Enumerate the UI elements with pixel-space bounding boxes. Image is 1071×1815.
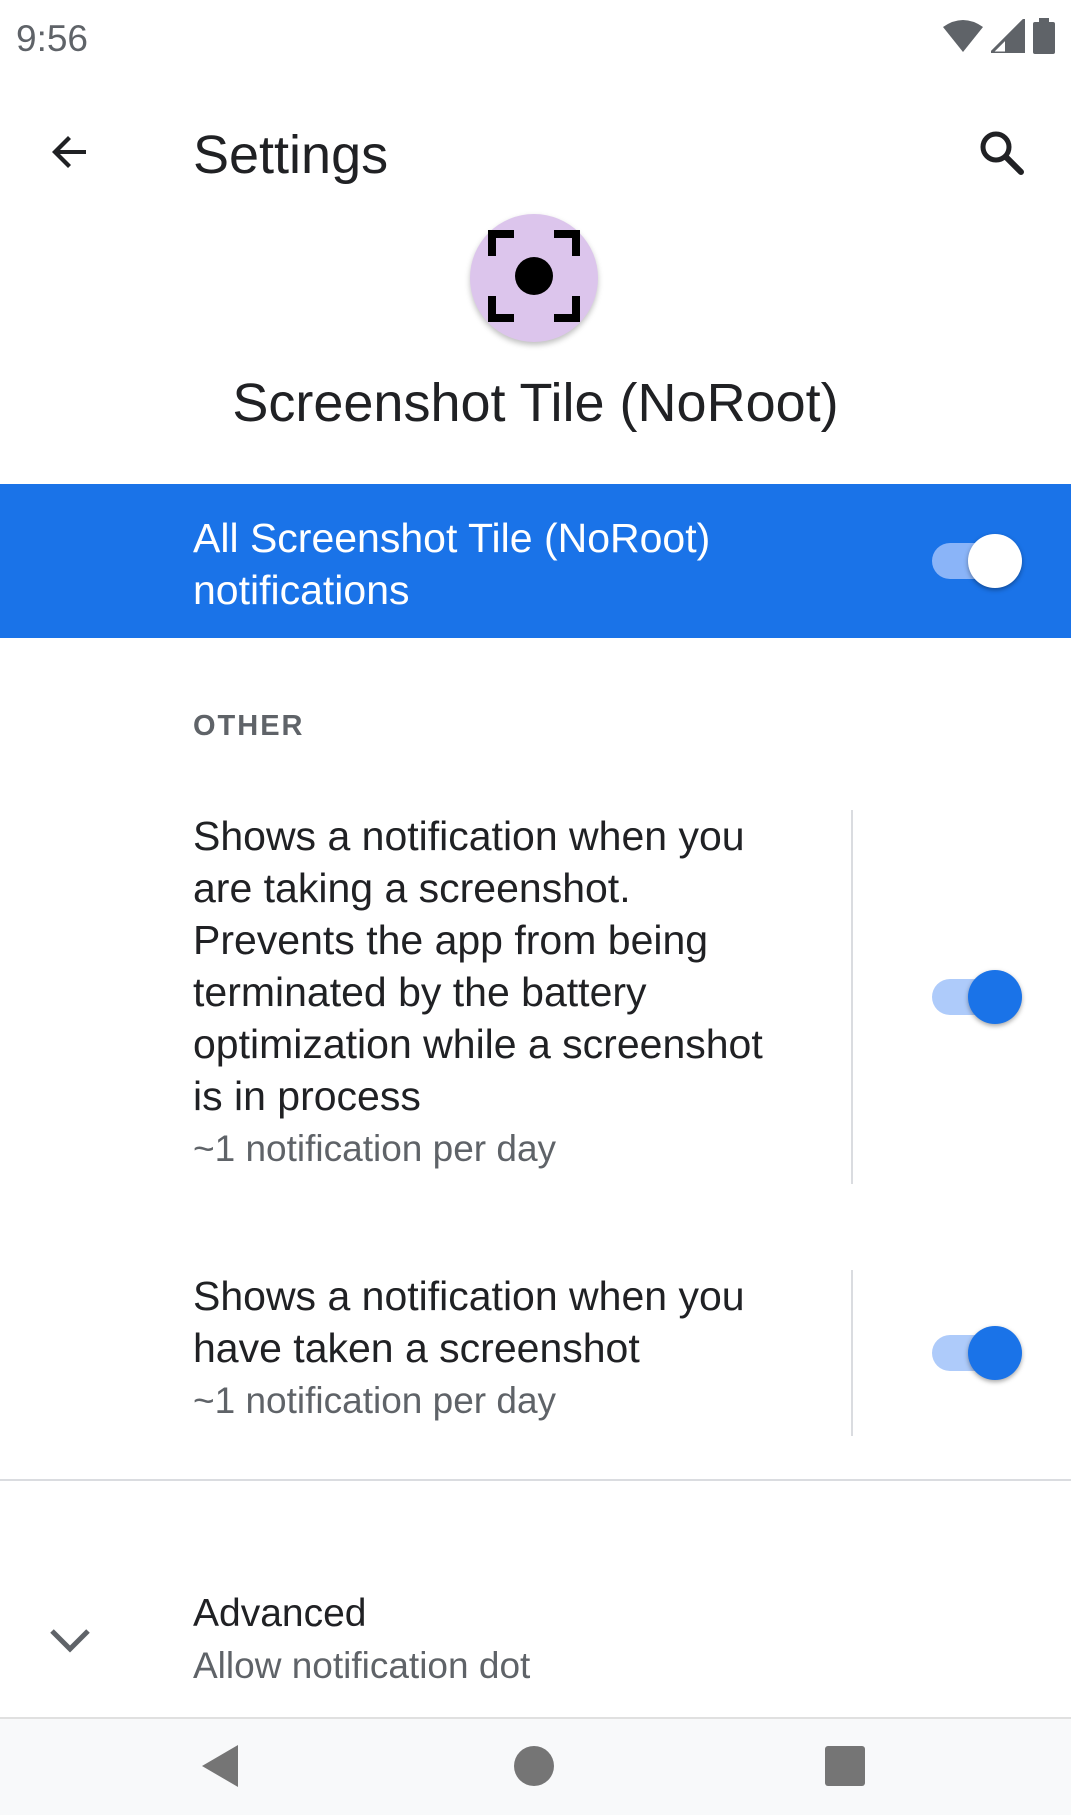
app-icon [470,214,598,342]
app-name: Screenshot Tile (NoRoot) [232,373,839,433]
channel-title: Shows a notification when you are taking… [193,813,763,1119]
expand-button[interactable] [40,1612,100,1672]
all-notifications-row[interactable]: All Screenshot Tile (NoRoot) notificatio… [0,484,1071,638]
search-button[interactable] [961,114,1041,194]
channel-switch-taken-screenshot[interactable] [932,1323,1022,1383]
switch-thumb [968,534,1022,588]
channel-summary: ~1 notification per day [193,1380,557,1421]
page-title: Settings [193,125,389,185]
switch-thumb [968,1326,1022,1380]
arrow-back-icon [46,128,94,181]
nav-recents-button[interactable] [805,1733,885,1803]
all-notifications-switch[interactable] [932,531,1022,591]
all-notifications-label: All Screenshot Tile (NoRoot) notificatio… [193,515,711,613]
cell-signal-icon [987,15,1027,58]
home-circle-icon [512,1744,556,1793]
vertical-divider [851,810,853,1184]
channel-summary: ~1 notification per day [193,1128,557,1169]
nav-back-button[interactable] [180,1733,260,1803]
nav-home-button[interactable] [494,1733,574,1803]
channel-text: Shows a notification when you are taking… [193,810,793,1174]
section-header-other: OTHER [193,710,305,742]
channel-switch-taking-screenshot[interactable] [932,967,1022,1027]
advanced-row[interactable]: Advanced Allow notification dot [0,1580,1071,1710]
channel-text: Shows a notification when you have taken… [193,1270,833,1426]
battery-icon [1033,18,1055,59]
status-bar: 9:56 [0,0,1071,80]
horizontal-divider [0,1479,1071,1481]
chevron-down-icon [48,1625,92,1660]
wifi-icon [943,19,983,58]
navigation-bar [0,1717,1071,1815]
advanced-summary: Allow notification dot [193,1645,531,1686]
back-triangle-icon [198,1743,242,1794]
status-time: 9:56 [16,18,89,59]
switch-thumb [968,970,1022,1024]
channel-row-taken-screenshot[interactable]: Shows a notification when you have taken… [0,1270,1071,1436]
vertical-divider [851,1270,853,1436]
channel-title: Shows a notification when you have taken… [193,1273,745,1371]
status-icons [943,15,1055,59]
recents-square-icon [824,1745,866,1792]
channel-row-taking-screenshot[interactable]: Shows a notification when you are taking… [0,810,1071,1184]
advanced-title: Advanced [193,1592,367,1635]
search-icon [976,127,1026,182]
toolbar: Settings [0,90,1071,210]
back-button[interactable] [30,114,110,194]
screenshot-frame-icon [488,229,580,327]
